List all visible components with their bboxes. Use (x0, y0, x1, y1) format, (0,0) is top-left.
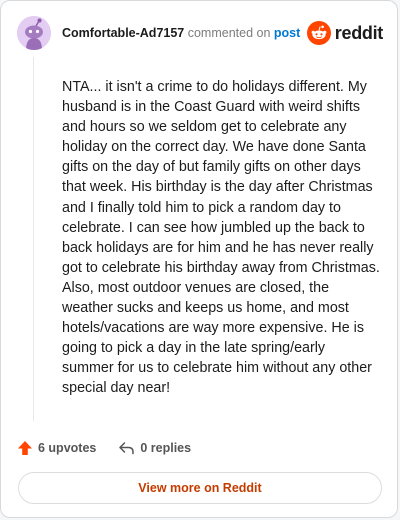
reply-button[interactable]: 0 replies (118, 440, 191, 456)
upvote-count: 6 upvotes (38, 441, 97, 455)
snoo-avatar-icon (17, 16, 51, 50)
reddit-snoo-icon (306, 21, 331, 45)
post-link[interactable]: post (274, 26, 300, 40)
comment-meta: Comfortable-Ad7157 commented on post (62, 26, 307, 40)
comment-actions: 6 upvotes 0 replies (17, 437, 191, 459)
thread-line (33, 57, 34, 421)
view-more-button[interactable]: View more on Reddit (18, 472, 382, 504)
author-username[interactable]: Comfortable-Ad7157 (62, 26, 184, 40)
comment-body: NTA... it isn't a crime to do holidays d… (62, 79, 380, 397)
upvote-arrow-icon (18, 441, 32, 455)
reply-arrow-icon (119, 442, 135, 455)
reply-count: 0 replies (140, 441, 192, 455)
action-text: commented on (187, 26, 271, 40)
avatar[interactable] (17, 16, 51, 50)
reddit-wordmark: reddit (334, 22, 384, 43)
embedded-comment-card: Comfortable-Ad7157 commented on post red… (0, 0, 398, 518)
upvote-button[interactable]: 6 upvotes (17, 440, 96, 456)
comment-header: Comfortable-Ad7157 commented on post red… (17, 15, 383, 51)
reddit-logo[interactable]: reddit (306, 21, 384, 45)
